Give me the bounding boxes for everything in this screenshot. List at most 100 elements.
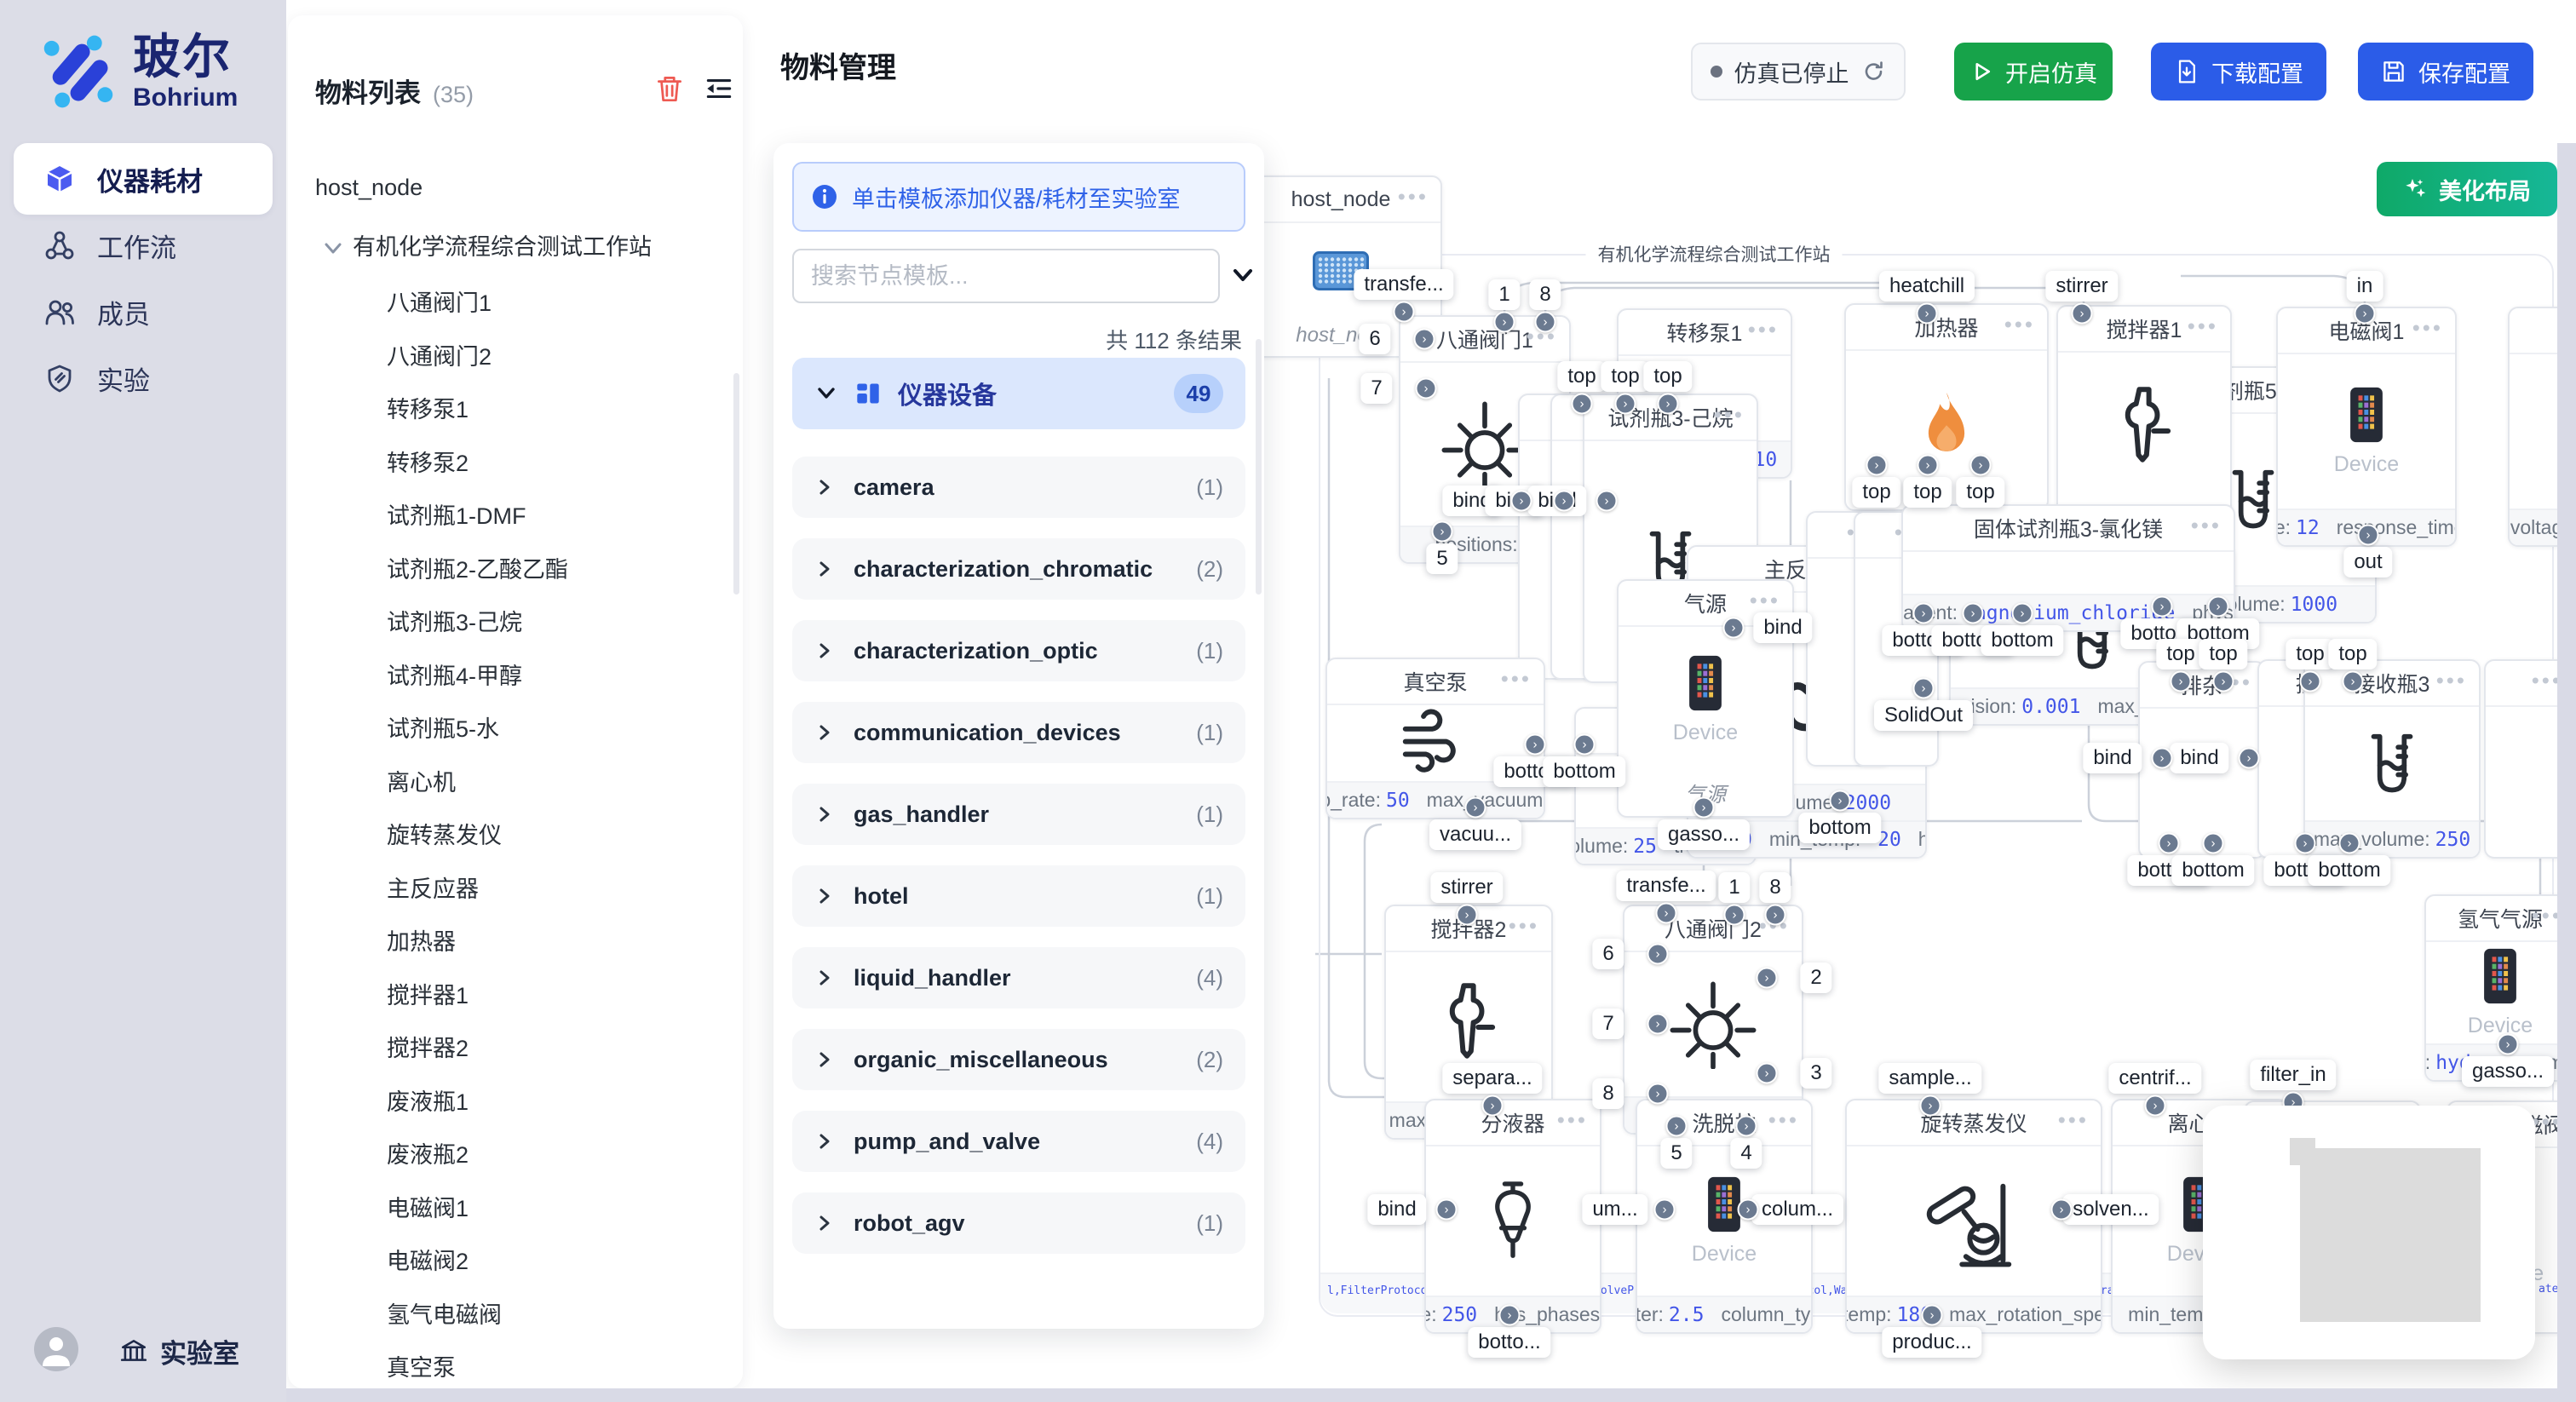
category-row-organic_miscellaneous[interactable]: organic_miscellaneous(2) [792,1029,1245,1090]
port-handle[interactable]: › [2343,671,2364,692]
port-handle[interactable]: › [1922,1305,1943,1326]
canvas-node-固体试剂瓶3-氯化镁[interactable]: 固体试剂瓶3-氯化镁•••agent:magnesium_chloridephy… [1901,504,2235,632]
tree-item[interactable]: 真空泵 [387,1349,456,1387]
port-handle[interactable]: › [2171,671,2192,692]
tree-item[interactable]: 旋转蒸发仪 [387,817,502,854]
node-menu-icon[interactable]: ••• [1768,1107,1799,1134]
port-handle[interactable]: › [1918,455,1939,476]
node-menu-icon[interactable]: ••• [1557,1107,1588,1134]
node-menu-icon[interactable]: ••• [1501,666,1532,692]
port-handle[interactable]: › [2012,603,2033,624]
tree-item[interactable]: 搅拌器2 [387,1030,469,1067]
port-handle[interactable]: › [1920,1095,1941,1117]
port-handle[interactable]: › [1394,302,1415,323]
port-handle[interactable]: › [1656,903,1677,924]
port-handle[interactable]: › [1525,734,1546,756]
port-handle[interactable]: › [1499,1305,1521,1326]
laboratory-link[interactable]: 实验室 [119,1332,239,1370]
port-handle[interactable]: › [1866,455,1888,476]
port-handle[interactable]: › [2145,1095,2166,1117]
collapse-all-icon[interactable] [1228,262,1257,288]
sidebar-item-members[interactable]: 成员 [14,276,273,348]
tree-item[interactable]: 八通阀门2 [387,338,492,376]
node-menu-icon[interactable]: ••• [2188,313,2218,340]
port-handle[interactable]: › [1724,905,1745,926]
chevron-down-icon[interactable] [322,237,344,259]
port-handle[interactable]: › [1917,303,1938,325]
port-handle[interactable]: › [2152,748,2173,769]
port-handle[interactable]: › [1414,329,1435,350]
port-handle[interactable]: › [1494,312,1515,333]
port-handle[interactable]: › [1511,491,1532,512]
port-handle[interactable]: › [1913,678,1935,699]
tree-item[interactable]: 废液瓶1 [387,1083,469,1121]
tree-item-group[interactable]: 有机化学流程综合测试工作站 [353,228,652,266]
port-handle[interactable]: › [2300,671,2321,692]
download-config-button[interactable]: 下载配置 [2151,43,2326,101]
tree-item[interactable]: 转移泵2 [387,445,469,482]
search-input[interactable] [792,249,1220,303]
port-handle[interactable]: › [2239,748,2260,769]
tree-item[interactable]: 离心机 [387,764,456,802]
delete-all-icon[interactable] [653,72,687,106]
tree-item[interactable]: 试剂瓶3-己烷 [387,604,522,641]
tree-item[interactable]: 八通阀门1 [387,284,492,322]
port-handle[interactable]: › [2159,833,2180,854]
node-menu-icon[interactable]: ••• [2058,1107,2089,1134]
tree-item[interactable]: 加热器 [387,923,456,961]
port-handle[interactable]: › [1693,797,1715,819]
node-menu-icon[interactable]: ••• [2004,312,2035,338]
port-handle[interactable]: › [1738,1199,1759,1221]
port-handle[interactable]: › [1482,1095,1504,1117]
tree-item[interactable]: 搅拌器1 [387,977,469,1014]
port-handle[interactable]: › [1830,790,1851,812]
canvas-node-电磁阀1[interactable]: 电磁阀1•••Devicevoltage:12response_time:0.1 [2276,307,2457,547]
category-row-gas_handler[interactable]: gas_handler(1) [792,784,1245,845]
port-handle[interactable]: › [1416,378,1437,399]
avatar[interactable] [34,1327,78,1371]
category-row-characterization_optic[interactable]: characterization_optic(1) [792,620,1245,681]
port-handle[interactable]: › [1723,618,1745,639]
tree-item[interactable]: 电磁阀2 [387,1243,469,1280]
collapse-list-icon[interactable] [702,72,736,106]
canvas-node-氢气气源[interactable]: 氢气气源•••Device_type:hydrogenmax_pre [2424,894,2576,1082]
port-handle[interactable]: › [1535,312,1556,333]
refresh-icon[interactable] [1861,59,1887,84]
port-handle[interactable]: › [1757,1063,1778,1084]
materials-scrollbar[interactable] [733,373,739,595]
save-config-button[interactable]: 保存配置 [2358,43,2533,101]
port-handle[interactable]: › [1970,455,1992,476]
node-menu-icon[interactable]: ••• [1714,402,1745,428]
tree-item-root[interactable]: host_node [315,169,423,206]
port-handle[interactable]: › [1913,603,1935,624]
port-handle[interactable]: › [2498,1034,2519,1055]
tree-item[interactable]: 试剂瓶4-甲醇 [387,658,522,695]
tree-item[interactable]: 试剂瓶2-乙酸乙酯 [387,551,568,589]
tree-item[interactable]: 主反应器 [387,871,479,908]
port-handle[interactable]: › [2295,833,2316,854]
port-handle[interactable]: › [1757,968,1778,989]
port-handle[interactable]: › [2072,303,2093,325]
category-row-camera[interactable]: camera(1) [792,457,1245,518]
node-menu-icon[interactable]: ••• [2191,513,2222,539]
port-handle[interactable]: › [1647,944,1669,965]
port-handle[interactable]: › [1572,394,1593,415]
tree-item[interactable]: 试剂瓶1-DMF [387,497,526,535]
category-row-liquid_handler[interactable]: liquid_handler(4) [792,947,1245,1008]
port-handle[interactable]: › [1658,394,1679,415]
port-handle[interactable]: › [2208,596,2229,618]
beautify-layout-button[interactable]: 美化布局 [2377,162,2557,216]
sidebar-item-workflow[interactable]: 工作流 [14,210,273,281]
panel-scrollbar[interactable] [1256,339,1262,595]
port-handle[interactable]: › [1436,1199,1458,1221]
node-menu-icon[interactable]: ••• [1748,317,1779,343]
port-handle[interactable]: › [1666,1116,1688,1137]
port-handle[interactable]: › [2152,596,2173,618]
tree-item[interactable]: 转移泵1 [387,391,469,428]
node-menu-icon[interactable]: ••• [1509,913,1539,939]
tree-item[interactable]: 氢气电磁阀 [387,1296,502,1334]
port-handle[interactable]: › [1554,491,1575,512]
canvas-horizontal-scrollbar[interactable] [286,1388,2576,1402]
port-handle[interactable]: › [1647,1083,1669,1105]
port-handle[interactable]: › [1963,603,1984,624]
